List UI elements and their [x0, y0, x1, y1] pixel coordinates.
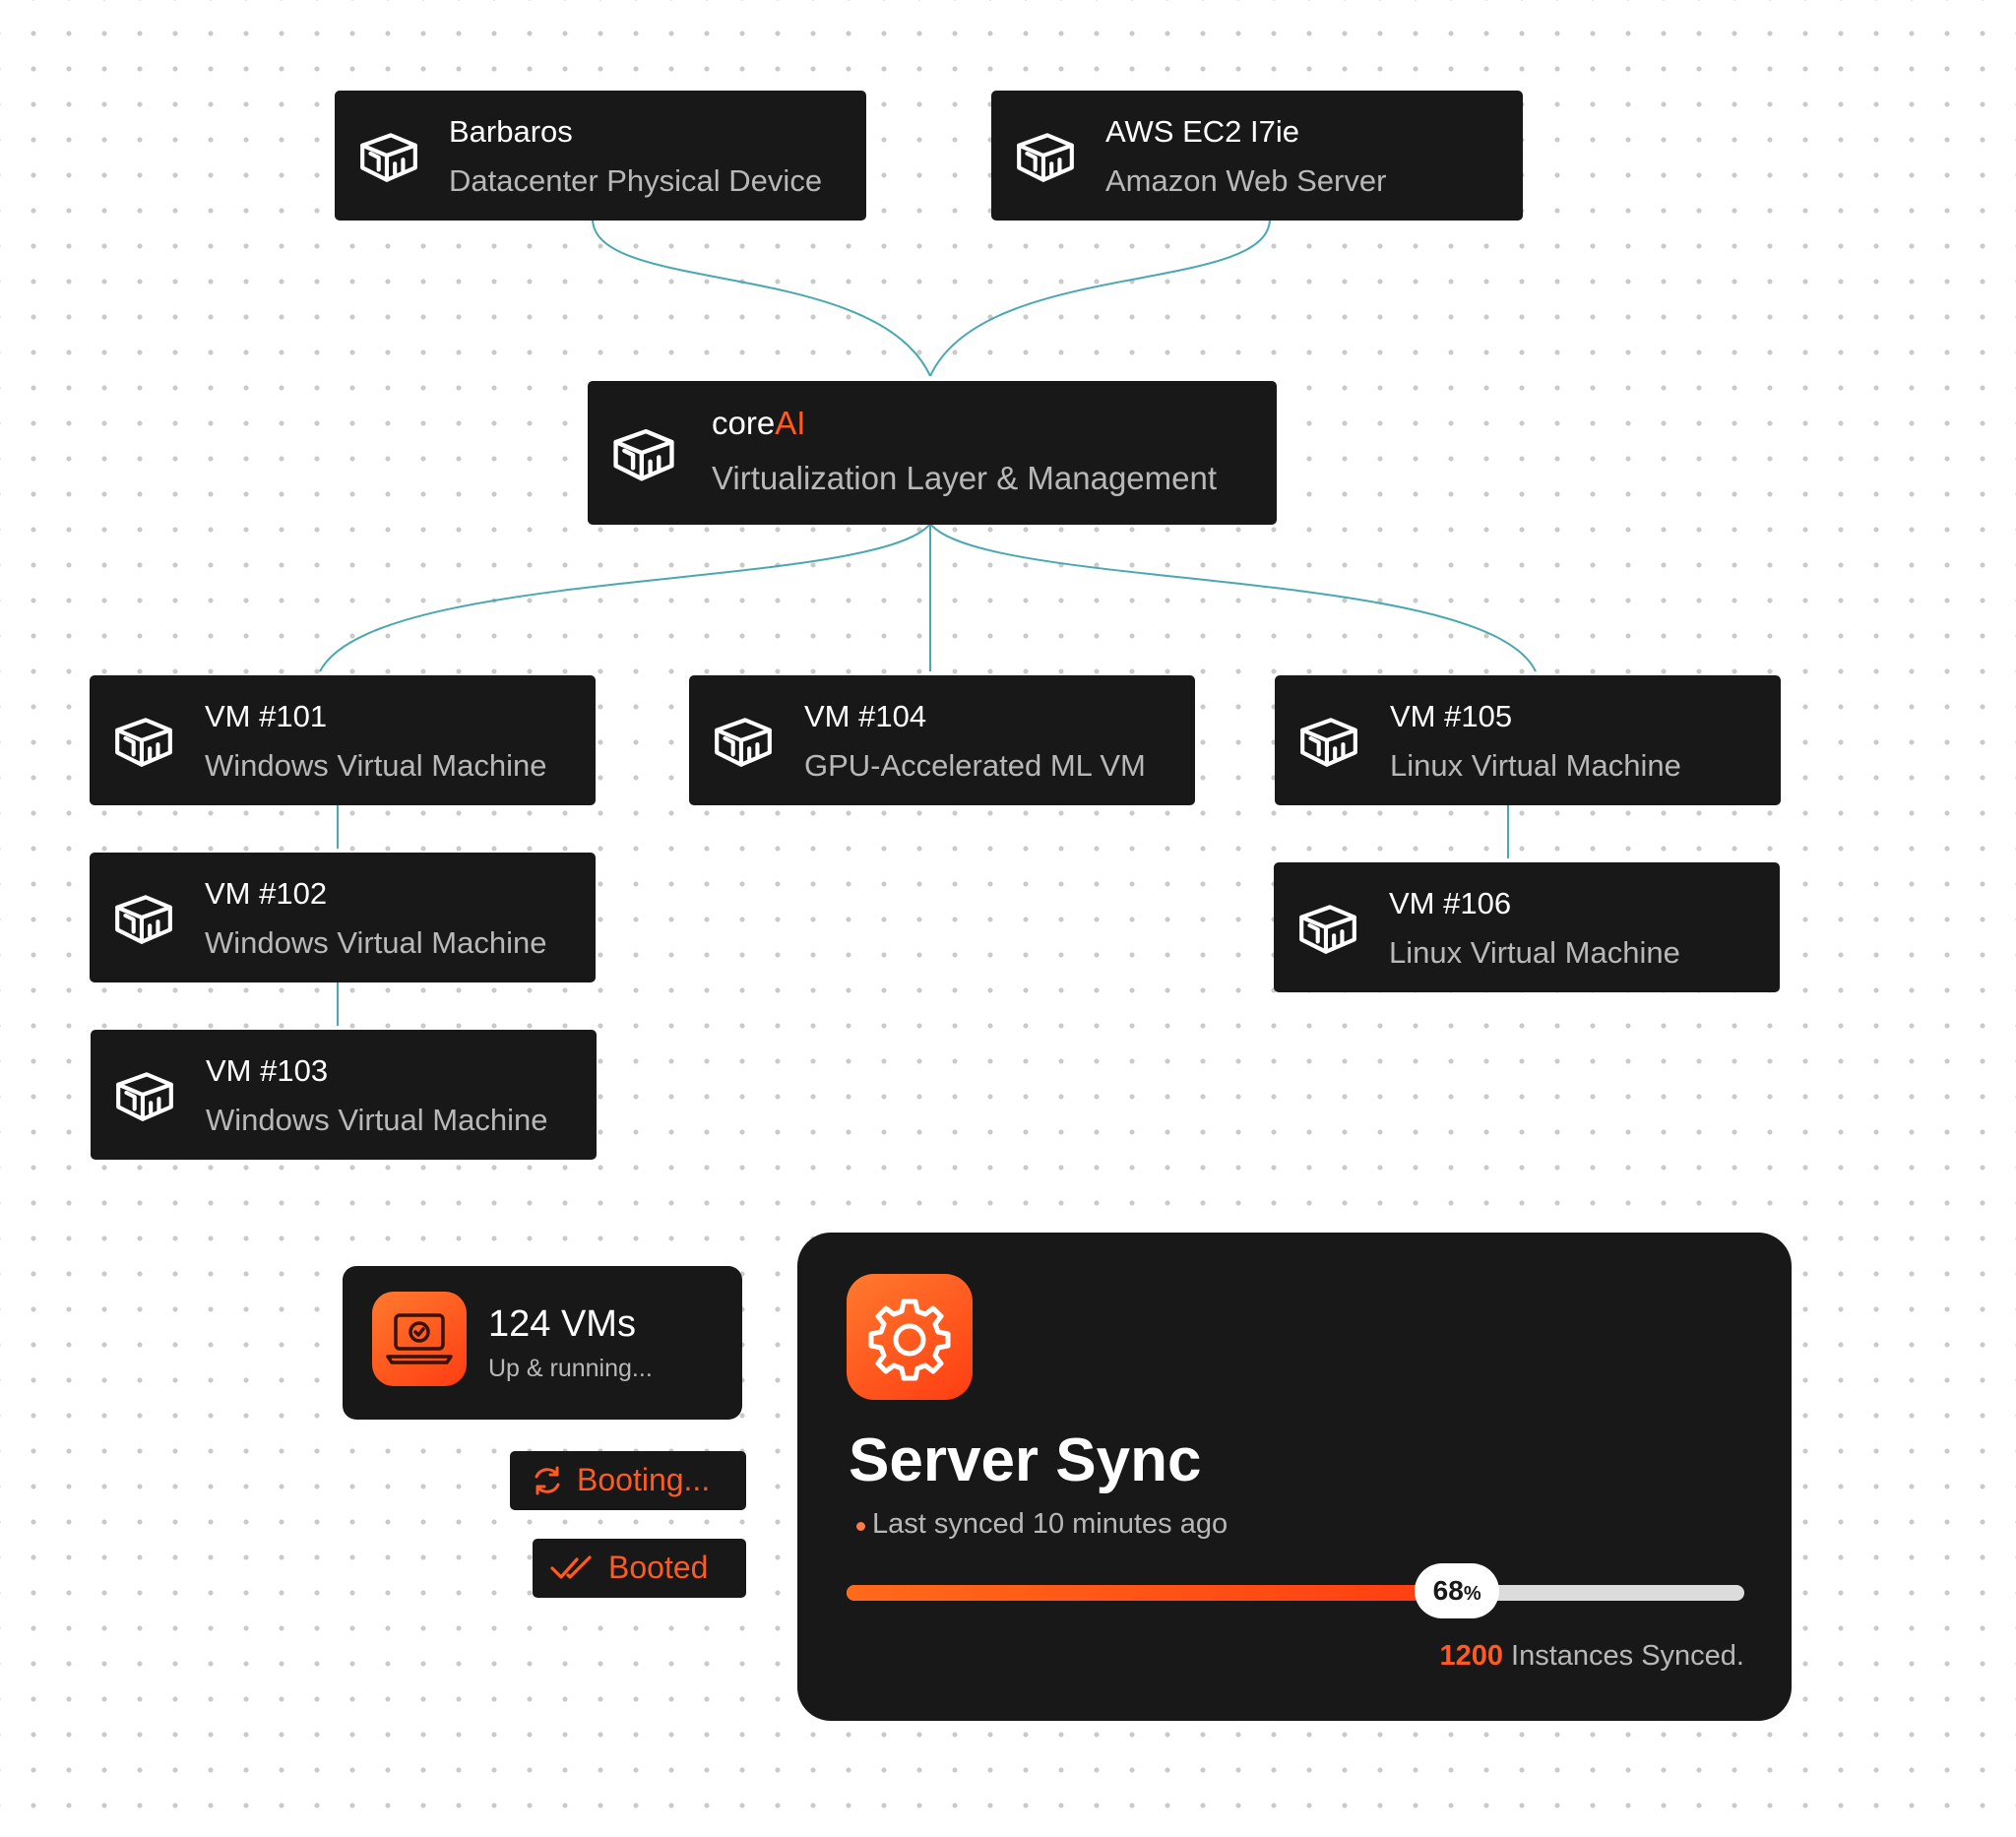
node-title: VM #103 — [206, 1053, 329, 1088]
node-subtitle: Windows Virtual Machine — [205, 748, 547, 783]
server-sync-card: Server Sync Last synced 10 minutes ago 6… — [797, 1233, 1792, 1721]
progress-unit: % — [1463, 1583, 1481, 1605]
booting-pill[interactable]: Booting... — [510, 1451, 746, 1510]
booted-pill[interactable]: Booted — [533, 1539, 746, 1598]
node-subtitle: Windows Virtual Machine — [205, 925, 547, 960]
container-icon — [115, 895, 172, 944]
vm-count: 124 VMs — [488, 1303, 636, 1345]
node-title: VM #106 — [1389, 886, 1512, 920]
node-title: Barbaros — [449, 114, 573, 149]
node-subtitle: Amazon Web Server — [1105, 163, 1387, 198]
node-aws[interactable]: AWS EC2 I7ie Amazon Web Server — [991, 91, 1523, 221]
instances-label: Instances Synced. — [1511, 1640, 1744, 1672]
last-synced-text: Last synced 10 minutes ago — [872, 1508, 1228, 1540]
node-subtitle: Linux Virtual Machine — [1389, 935, 1680, 970]
sync-progress-track: 68% — [847, 1563, 1744, 1618]
sync-progress-fill — [847, 1585, 1458, 1601]
container-icon — [1017, 133, 1074, 182]
connector-coreai-vm105 — [929, 523, 1537, 672]
container-icon — [715, 718, 772, 767]
container-icon — [116, 1072, 173, 1121]
node-subtitle: Linux Virtual Machine — [1390, 748, 1681, 783]
connector-coreai-vm101 — [319, 523, 931, 672]
node-subtitle: GPU-Accelerated ML VM — [804, 748, 1146, 783]
progress-value: 68 — [1432, 1575, 1464, 1606]
gear-icon — [868, 1299, 951, 1381]
node-title: VM #105 — [1390, 699, 1513, 733]
node-title: VM #104 — [804, 699, 927, 733]
node-vm101[interactable]: VM #101 Windows Virtual Machine — [90, 675, 596, 805]
node-subtitle: Datacenter Physical Device — [449, 163, 823, 198]
node-title: VM #102 — [205, 876, 328, 911]
status-dot — [856, 1522, 865, 1531]
instances-synced: 1200 Instances Synced. — [1439, 1640, 1744, 1673]
vm-status-text: Up & running... — [488, 1355, 653, 1382]
brand-core: core — [712, 405, 776, 441]
container-icon — [115, 718, 172, 767]
gear-badge — [847, 1274, 973, 1400]
node-coreai[interactable]: coreAI Virtualization Layer & Management — [588, 381, 1277, 525]
refresh-icon — [535, 1466, 560, 1495]
node-barbaros[interactable]: Barbaros Datacenter Physical Device — [335, 91, 866, 221]
double-check-icon — [550, 1555, 592, 1579]
laptop-check-icon — [386, 1313, 453, 1364]
instances-count: 1200 — [1439, 1640, 1503, 1672]
node-vm105[interactable]: VM #105 Linux Virtual Machine — [1275, 675, 1781, 805]
sync-progress-thumb[interactable]: 68% — [1415, 1563, 1500, 1618]
node-subtitle: Windows Virtual Machine — [206, 1103, 548, 1137]
vm-status-card[interactable]: 124 VMs Up & running... — [343, 1266, 742, 1420]
sync-title: Server Sync — [849, 1426, 1202, 1494]
node-vm106[interactable]: VM #106 Linux Virtual Machine — [1274, 862, 1780, 992]
node-title: AWS EC2 I7ie — [1105, 114, 1299, 149]
container-icon — [360, 133, 417, 182]
container-icon — [1300, 718, 1357, 767]
connector-barbaros-coreai — [592, 218, 931, 377]
connector-aws-coreai — [929, 218, 1271, 377]
node-title: VM #101 — [205, 699, 328, 733]
node-title: coreAI — [712, 405, 805, 442]
node-vm103[interactable]: VM #103 Windows Virtual Machine — [91, 1030, 597, 1160]
container-icon — [613, 428, 674, 481]
node-vm102[interactable]: VM #102 Windows Virtual Machine — [90, 853, 596, 982]
node-vm104[interactable]: VM #104 GPU-Accelerated ML VM — [689, 675, 1195, 805]
container-icon — [1299, 905, 1356, 954]
booted-label: Booted — [608, 1550, 709, 1585]
node-subtitle: Virtualization Layer & Management — [712, 460, 1218, 496]
booting-label: Booting... — [577, 1462, 711, 1497]
brand-ai: AI — [775, 405, 806, 441]
laptop-badge — [372, 1292, 467, 1386]
